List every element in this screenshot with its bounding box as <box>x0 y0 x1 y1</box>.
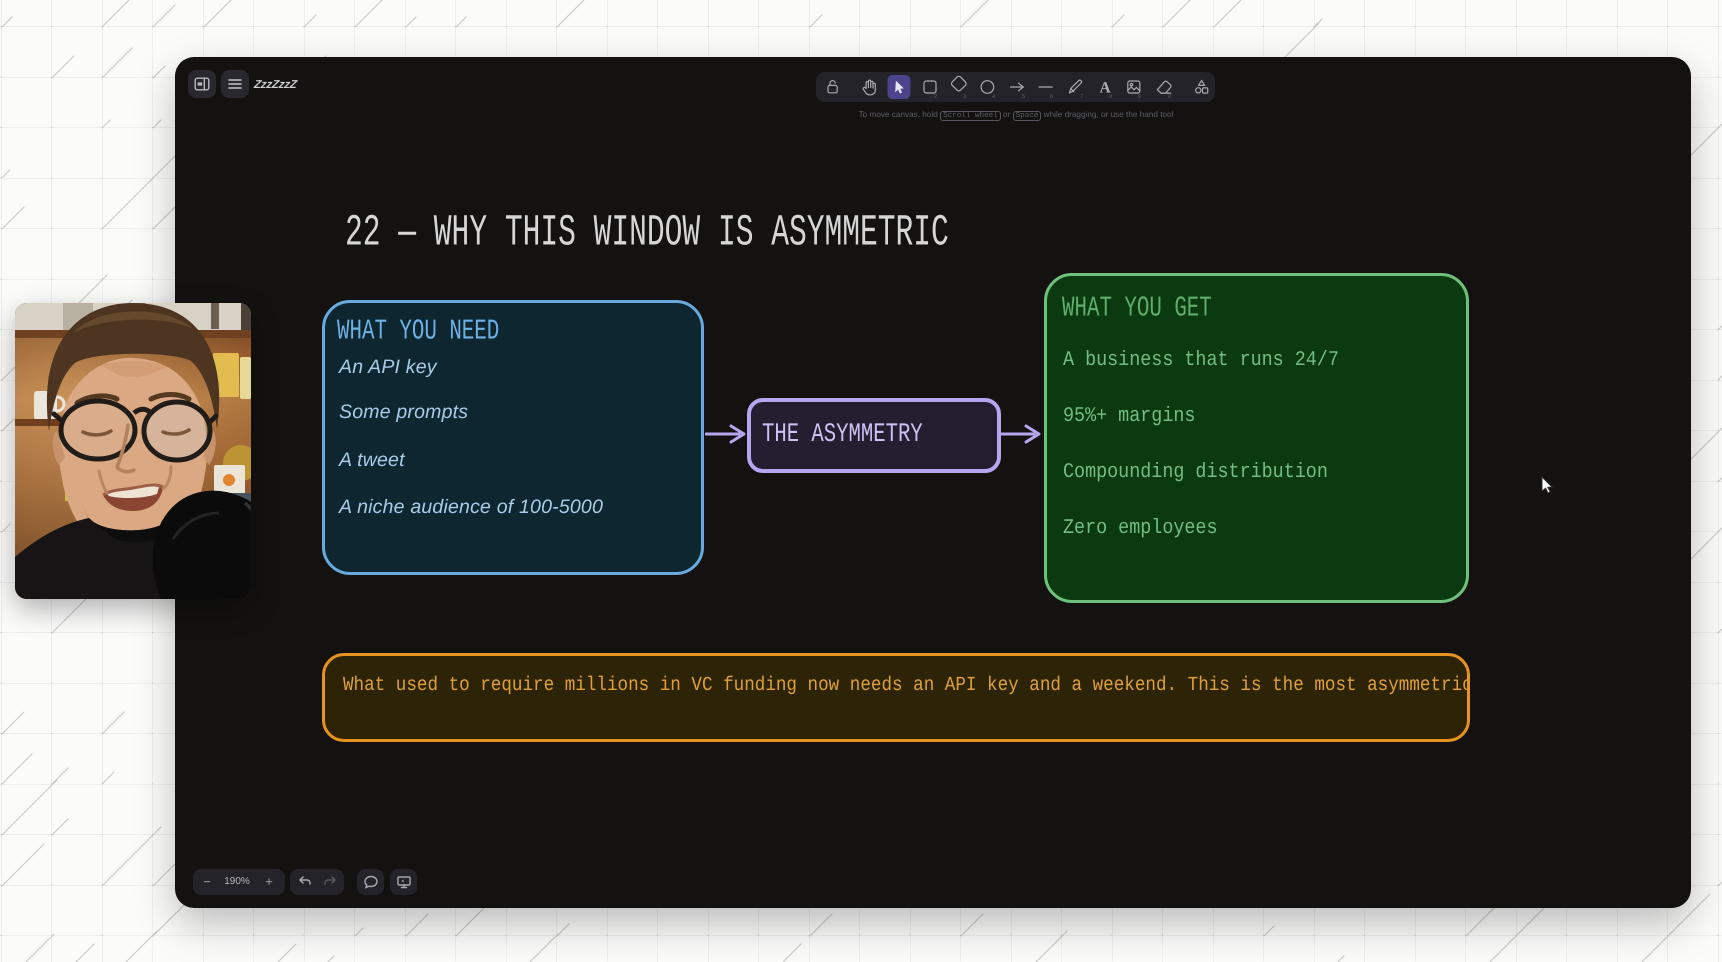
svg-text:5: 5 <box>1022 94 1025 100</box>
svg-text:9: 9 <box>1138 94 1141 100</box>
svg-text:6: 6 <box>1050 94 1053 100</box>
svg-text:4: 4 <box>992 94 995 100</box>
svg-text:7: 7 <box>1080 94 1083 100</box>
svg-text:3: 3 <box>963 94 966 100</box>
svg-text:0: 0 <box>1168 94 1171 100</box>
svg-text:8: 8 <box>1109 94 1112 100</box>
svg-text:2: 2 <box>934 94 937 100</box>
svg-text:1: 1 <box>905 94 908 100</box>
